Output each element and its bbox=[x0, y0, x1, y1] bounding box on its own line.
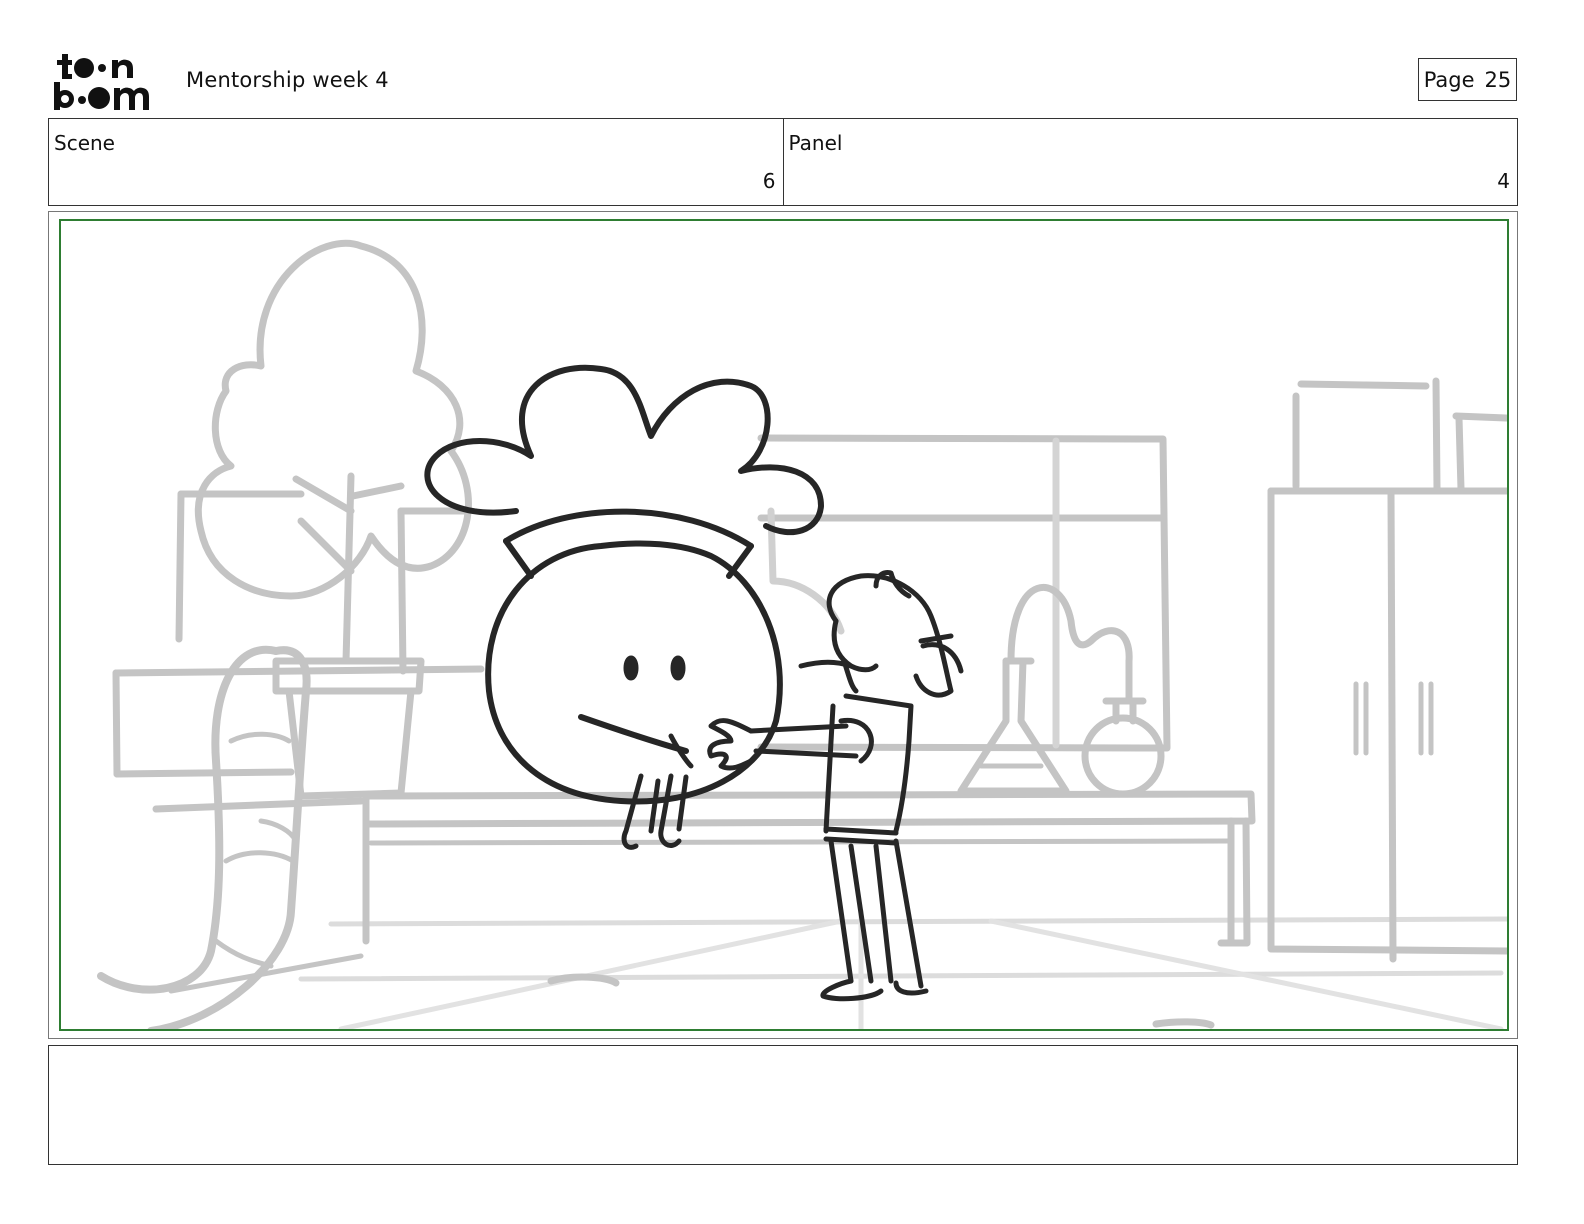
panel-notes-box bbox=[48, 1045, 1518, 1165]
document-title: Mentorship week 4 bbox=[186, 68, 389, 92]
scene-value: 6 bbox=[762, 169, 776, 193]
page-number: 25 bbox=[1484, 67, 1512, 92]
character-sketch bbox=[424, 364, 964, 1002]
panel-label: Panel bbox=[788, 131, 843, 155]
panel-image bbox=[59, 219, 1509, 1031]
scene-label: Scene bbox=[54, 131, 115, 155]
panel-value: 4 bbox=[1497, 169, 1510, 193]
toon-boom-logo bbox=[52, 50, 164, 112]
page-indicator: Page 25 bbox=[1418, 58, 1517, 101]
panel-cell: Panel 4 bbox=[782, 119, 1518, 205]
toon-boom-logo-mark bbox=[54, 54, 149, 110]
panel-image-frame bbox=[48, 211, 1518, 1039]
scene-cell: Scene 6 bbox=[49, 119, 783, 205]
scene-panel-info: Scene 6 Panel 4 bbox=[48, 118, 1518, 206]
storyboard-sketch bbox=[97, 239, 1507, 1029]
page-label: Page bbox=[1423, 67, 1475, 92]
background-sketch bbox=[97, 239, 1507, 1029]
